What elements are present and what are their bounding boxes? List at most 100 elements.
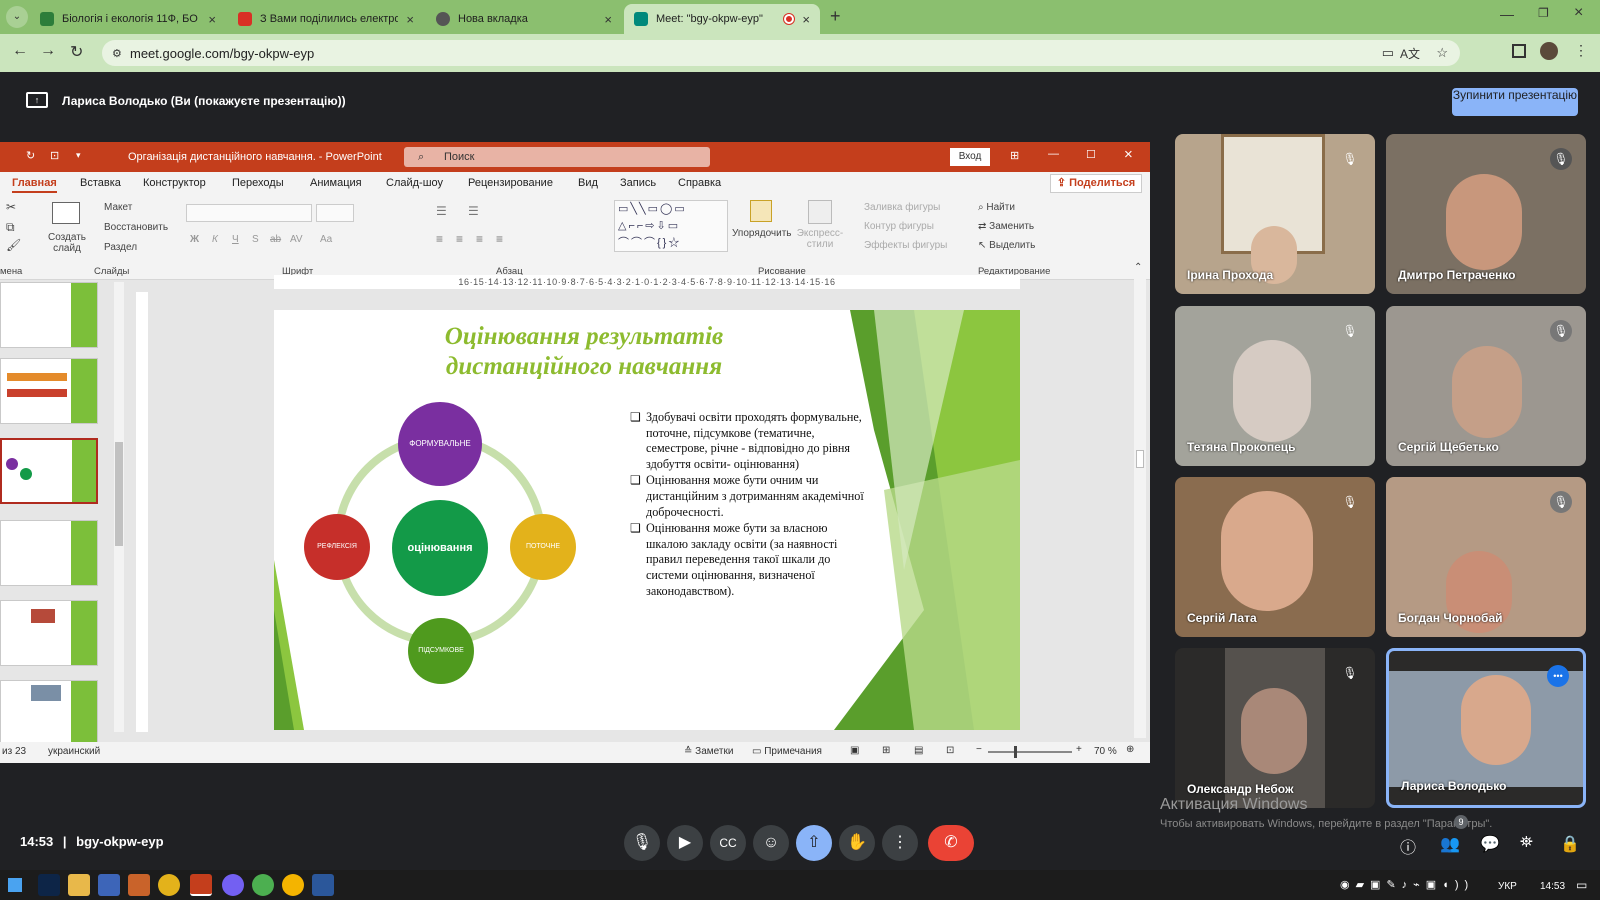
layout-button[interactable]: Макет — [104, 202, 132, 213]
captions-button[interactable]: CC — [710, 825, 746, 861]
share-button[interactable]: ⇪ Поделиться — [1050, 174, 1142, 193]
cut-icon[interactable]: ✂ — [6, 200, 16, 214]
align-left-icon[interactable]: ≡ — [436, 232, 443, 246]
participant-tile[interactable]: 🎙 Дмитро Петраченко — [1386, 134, 1586, 294]
new-slide-icon[interactable] — [52, 202, 80, 224]
chrome-icon[interactable] — [252, 874, 274, 896]
tab-help[interactable]: Справка — [678, 177, 721, 189]
slide-thumbnail[interactable] — [0, 680, 98, 746]
section-button[interactable]: Раздел — [104, 242, 137, 253]
tab-insert[interactable]: Вставка — [80, 177, 121, 189]
chrome-icon[interactable] — [282, 874, 304, 896]
raise-hand-button[interactable]: ✋ — [839, 825, 875, 861]
notes-button[interactable]: ≙ Заметки — [684, 746, 733, 757]
close-tab-icon[interactable]: × — [208, 12, 216, 27]
participant-tile[interactable]: 🎙 Сергій Щебетько — [1386, 306, 1586, 466]
ppt-maximize-icon[interactable]: ☐ — [1086, 148, 1096, 161]
participant-tile[interactable]: 🎙 Сергій Лата — [1175, 477, 1375, 637]
font-size-box[interactable] — [316, 204, 354, 222]
underline-button[interactable]: Ч — [232, 234, 239, 245]
slide-thumbnail[interactable] — [0, 358, 98, 424]
system-tray-icons[interactable]: ◉▰▣✎♪⌁▣◖)) — [1340, 878, 1474, 891]
info-icon[interactable]: ⓘ — [1400, 834, 1416, 858]
reset-button[interactable]: Восстановить — [104, 222, 168, 233]
font-name-box[interactable] — [186, 204, 312, 222]
spacing-button[interactable]: AV — [290, 234, 303, 245]
microphone-button[interactable]: 🎙 — [624, 825, 660, 861]
tab-review[interactable]: Рецензирование — [468, 177, 553, 189]
shape-effects-button[interactable]: Эффекты фигуры — [864, 240, 947, 251]
ppt-close-icon[interactable]: × — [1124, 146, 1133, 163]
find-button[interactable]: ⌕ Найти — [978, 202, 1015, 213]
align-center-icon[interactable]: ≡ — [456, 232, 463, 246]
strikethrough-button[interactable]: ab — [270, 234, 281, 245]
bookmark-star-icon[interactable]: ☆ — [1436, 45, 1448, 61]
select-button[interactable]: ↖ Выделить — [978, 240, 1035, 251]
ppt-minimize-icon[interactable]: — — [1048, 148, 1059, 160]
ribbon-display-icon[interactable]: ⊞ — [1010, 149, 1019, 162]
taskbar-clock[interactable]: 14:53 — [1540, 881, 1565, 892]
language-indicator[interactable]: украинский — [48, 746, 100, 757]
slideshow-view-icon[interactable]: ⊡ — [946, 745, 954, 756]
participant-tile-self[interactable]: ••• Лариса Володько — [1386, 648, 1586, 808]
ppt-search-box[interactable]: ⌕ Поиск — [404, 147, 710, 167]
present-button[interactable]: ⇧ — [796, 825, 832, 861]
app-icon[interactable] — [128, 874, 150, 896]
shape-fill-button[interactable]: Заливка фигуры — [864, 202, 940, 213]
more-options-button[interactable]: ⋮ — [882, 825, 918, 861]
new-tab-button[interactable]: + — [830, 6, 841, 27]
change-case-button[interactable]: Aa — [320, 234, 332, 245]
copy-icon[interactable]: ⧉ — [6, 220, 15, 235]
editor-scrollbar[interactable] — [1134, 274, 1146, 738]
shape-outline-button[interactable]: Контур фигуры — [864, 221, 934, 232]
sign-in-button[interactable]: Вход — [950, 148, 990, 166]
browser-tab-active[interactable]: Meet: "bgy-okpw-eyp" × — [624, 4, 820, 34]
participant-tile[interactable]: 🎙 Богдан Чорнобай — [1386, 477, 1586, 637]
word-icon[interactable] — [312, 874, 334, 896]
browser-tab[interactable]: З Вами поділились електронн × — [228, 4, 424, 34]
keyboard-language[interactable]: УКР — [1498, 881, 1517, 892]
powerpoint-icon[interactable] — [190, 874, 212, 896]
photoshop-icon[interactable] — [38, 874, 60, 896]
close-tab-icon[interactable]: × — [406, 12, 414, 27]
justify-icon[interactable]: ≡ — [496, 232, 503, 246]
app-icon[interactable] — [158, 874, 180, 896]
host-controls-icon[interactable]: 🔒 — [1560, 834, 1580, 854]
reload-icon[interactable]: ↻ — [70, 42, 83, 62]
replace-button[interactable]: ⇄ Заменить — [978, 221, 1034, 232]
stop-presenting-button[interactable]: Зупинити презентацію — [1452, 88, 1578, 116]
zoom-slider-thumb[interactable] — [1014, 746, 1017, 758]
normal-view-icon[interactable]: ▣ — [850, 745, 859, 756]
save-app-icon[interactable] — [98, 874, 120, 896]
tab-transitions[interactable]: Переходы — [232, 177, 284, 189]
collapse-ribbon-icon[interactable]: ⌃ — [1134, 262, 1142, 273]
slide-thumbnail[interactable] — [0, 520, 98, 586]
italic-button[interactable]: К — [212, 234, 218, 245]
camera-icon[interactable]: ▭ — [1382, 45, 1394, 61]
camera-button[interactable]: ▶ — [667, 825, 703, 861]
tab-search-button[interactable]: ⌄ — [6, 6, 28, 28]
browser-tab[interactable]: Біологія і екологія 11Ф, БО × — [30, 4, 226, 34]
back-icon[interactable]: ← — [12, 42, 28, 60]
sorter-view-icon[interactable]: ⊞ — [882, 745, 890, 756]
tab-design[interactable]: Конструктор — [143, 177, 206, 189]
current-slide[interactable]: Оцінювання результатів дистанційного нав… — [274, 310, 1020, 730]
slide-thumbnail-selected[interactable] — [0, 438, 98, 504]
new-slide-button[interactable]: Создать слайд — [48, 232, 86, 254]
thumbnail-scrollbar[interactable] — [114, 282, 124, 732]
restore-icon[interactable]: ❐ — [1538, 6, 1549, 20]
profile-avatar[interactable] — [1540, 42, 1558, 60]
tab-record[interactable]: Запись — [620, 177, 656, 189]
fit-slide-icon[interactable]: ⊕ — [1126, 744, 1134, 755]
format-painter-icon[interactable]: 🖌 — [6, 238, 21, 252]
side-panel-icon[interactable] — [1512, 44, 1526, 58]
slide-thumbnail[interactable] — [0, 600, 98, 666]
reading-view-icon[interactable]: ▤ — [914, 745, 923, 756]
align-right-icon[interactable]: ≡ — [476, 232, 483, 246]
emoji-button[interactable]: ☺ — [753, 825, 789, 861]
close-tab-icon[interactable]: × — [604, 12, 612, 27]
chat-icon[interactable]: 💬 — [1480, 834, 1500, 854]
zoom-level[interactable]: 70 % — [1094, 746, 1117, 757]
bold-button[interactable]: Ж — [190, 234, 199, 245]
quick-styles-button[interactable]: Экспресс-стили — [796, 228, 844, 250]
